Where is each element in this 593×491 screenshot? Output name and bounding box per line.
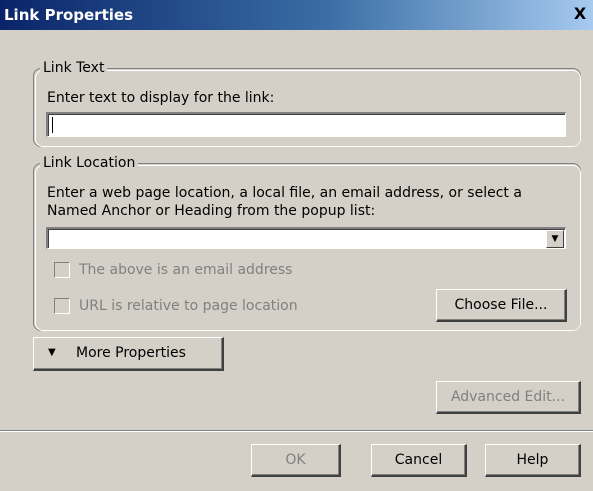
- close-icon[interactable]: X: [569, 4, 591, 26]
- link-location-prompt-line2: Named Anchor or Heading from the popup l…: [47, 203, 376, 219]
- cancel-button[interactable]: Cancel: [371, 444, 467, 477]
- email-address-checkbox-label: The above is an email address: [79, 262, 293, 278]
- separator-highlight: [0, 431, 593, 432]
- relative-url-checkbox-label: URL is relative to page location: [79, 298, 298, 314]
- link-text-input[interactable]: [46, 112, 566, 137]
- more-properties-label: More Properties: [76, 345, 186, 361]
- chevron-down-icon[interactable]: ▼: [546, 230, 564, 248]
- ok-button[interactable]: OK: [251, 444, 341, 477]
- relative-url-checkbox[interactable]: [54, 298, 70, 314]
- link-location-legend: Link Location: [40, 154, 139, 172]
- advanced-edit-button[interactable]: Advanced Edit...: [436, 381, 581, 414]
- link-location-combobox[interactable]: ▼: [46, 227, 566, 249]
- link-text-legend: Link Text: [40, 59, 108, 77]
- help-button[interactable]: Help: [485, 444, 581, 477]
- link-text-prompt: Enter text to display for the link:: [47, 90, 275, 106]
- text-caret: [52, 117, 53, 133]
- link-location-prompt-line1: Enter a web page location, a local file,…: [47, 185, 522, 201]
- more-properties-button[interactable]: ▼ More Properties: [33, 337, 224, 371]
- window-title: Link Properties: [4, 6, 133, 24]
- triangle-down-icon: ▼: [48, 347, 56, 358]
- email-address-checkbox[interactable]: [54, 262, 70, 278]
- choose-file-button[interactable]: Choose File...: [436, 289, 567, 322]
- title-bar: Link Properties X: [0, 0, 593, 30]
